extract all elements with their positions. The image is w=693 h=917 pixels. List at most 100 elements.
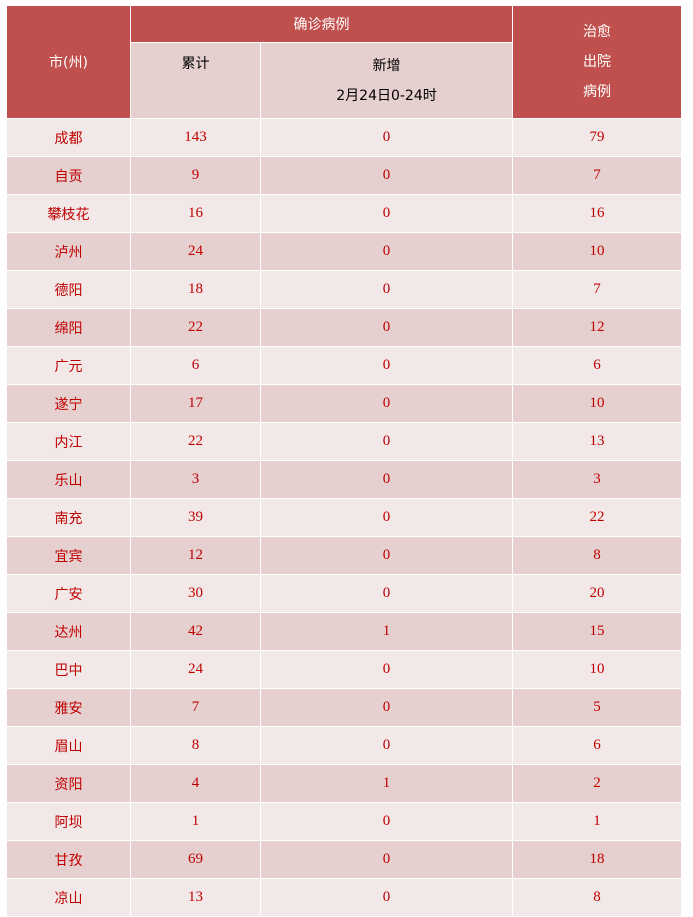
table-row: 乐山 3 0 3: [6, 460, 682, 499]
cell-new: 0: [260, 270, 513, 309]
cell-new: 0: [260, 194, 513, 233]
table-row: 雅安 7 0 5: [6, 688, 682, 727]
table-row: 攀枝花 16 0 16: [6, 194, 682, 233]
cell-new: 0: [260, 574, 513, 613]
cell-city: 达州: [6, 612, 131, 651]
cell-cumulative: 22: [130, 422, 261, 461]
table-row: 宜宾 12 0 8: [6, 536, 682, 575]
cell-city: 阿坝: [6, 802, 131, 841]
table-row: 广安 30 0 20: [6, 574, 682, 613]
table-row: 眉山 8 0 6: [6, 726, 682, 765]
cell-recovered: 22: [512, 498, 682, 537]
header-confirmed: 确诊病例: [130, 5, 513, 43]
cell-new: 0: [260, 384, 513, 423]
cell-new: 0: [260, 118, 513, 157]
cell-cumulative: 17: [130, 384, 261, 423]
cell-new: 0: [260, 802, 513, 841]
header-new-date: 2月24日0-24时: [336, 87, 437, 104]
table-row: 南充 39 0 22: [6, 498, 682, 537]
header-recovered-1: 治愈: [583, 24, 611, 40]
cell-cumulative: 22: [130, 308, 261, 347]
cell-recovered: 79: [512, 118, 682, 157]
cases-table: 市(州) 确诊病例 治愈 出院 病例 累计 新增 2月24日0-24时 成都 14…: [6, 5, 682, 917]
cell-recovered: 7: [512, 156, 682, 195]
cell-cumulative: 7: [130, 688, 261, 727]
cell-new: 0: [260, 460, 513, 499]
cell-cumulative: 30: [130, 574, 261, 613]
table-row: 绵阳 22 0 12: [6, 308, 682, 347]
cell-city: 甘孜: [6, 840, 131, 879]
cell-cumulative: 1: [130, 802, 261, 841]
cell-city: 成都: [6, 118, 131, 157]
cell-city: 泸州: [6, 232, 131, 271]
cell-cumulative: 3: [130, 460, 261, 499]
cell-new: 1: [260, 612, 513, 651]
table-row: 阿坝 1 0 1: [6, 802, 682, 841]
header-new-label: 新增: [372, 57, 401, 74]
cell-new: 0: [260, 308, 513, 347]
cell-recovered: 8: [512, 878, 682, 917]
table-row: 达州 42 1 15: [6, 612, 682, 651]
cell-recovered: 6: [512, 346, 682, 385]
cell-city: 内江: [6, 422, 131, 461]
header-city: 市(州): [6, 5, 131, 119]
cell-recovered: 3: [512, 460, 682, 499]
cell-new: 0: [260, 536, 513, 575]
cell-recovered: 10: [512, 232, 682, 271]
cell-cumulative: 12: [130, 536, 261, 575]
cell-cumulative: 143: [130, 118, 261, 157]
cell-cumulative: 9: [130, 156, 261, 195]
cell-city: 宜宾: [6, 536, 131, 575]
table-row: 内江 22 0 13: [6, 422, 682, 461]
cell-recovered: 1: [512, 802, 682, 841]
table-row: 广元 6 0 6: [6, 346, 682, 385]
cell-recovered: 13: [512, 422, 682, 461]
cell-cumulative: 24: [130, 650, 261, 689]
cell-cumulative: 16: [130, 194, 261, 233]
cell-cumulative: 18: [130, 270, 261, 309]
cell-recovered: 16: [512, 194, 682, 233]
header-recovered-2: 出院: [583, 54, 611, 70]
table-row: 凉山 13 0 8: [6, 878, 682, 917]
cell-new: 0: [260, 498, 513, 537]
cell-city: 自贡: [6, 156, 131, 195]
cell-city: 资阳: [6, 764, 131, 803]
cell-recovered: 5: [512, 688, 682, 727]
header-new: 新增 2月24日0-24时: [260, 42, 513, 119]
table-row: 德阳 18 0 7: [6, 270, 682, 309]
cell-city: 乐山: [6, 460, 131, 499]
cell-recovered: 8: [512, 536, 682, 575]
cell-cumulative: 13: [130, 878, 261, 917]
cell-cumulative: 4: [130, 764, 261, 803]
table-row: 资阳 4 1 2: [6, 764, 682, 803]
cell-new: 0: [260, 422, 513, 461]
cell-city: 广元: [6, 346, 131, 385]
cell-city: 遂宁: [6, 384, 131, 423]
table-row: 甘孜 69 0 18: [6, 840, 682, 879]
cell-recovered: 15: [512, 612, 682, 651]
cell-new: 0: [260, 726, 513, 765]
cell-recovered: 10: [512, 384, 682, 423]
table-row: 自贡 9 0 7: [6, 156, 682, 195]
cell-recovered: 7: [512, 270, 682, 309]
table-row: 遂宁 17 0 10: [6, 384, 682, 423]
cell-city: 雅安: [6, 688, 131, 727]
cell-new: 0: [260, 688, 513, 727]
cell-new: 0: [260, 232, 513, 271]
cell-cumulative: 39: [130, 498, 261, 537]
cell-new: 0: [260, 346, 513, 385]
header-cumulative: 累计: [130, 42, 261, 119]
cell-new: 0: [260, 878, 513, 917]
cell-cumulative: 24: [130, 232, 261, 271]
cell-city: 绵阳: [6, 308, 131, 347]
cell-city: 广安: [6, 574, 131, 613]
cell-recovered: 20: [512, 574, 682, 613]
cell-recovered: 2: [512, 764, 682, 803]
cell-city: 眉山: [6, 726, 131, 765]
cell-new: 1: [260, 764, 513, 803]
cell-recovered: 12: [512, 308, 682, 347]
cell-cumulative: 8: [130, 726, 261, 765]
cell-new: 0: [260, 650, 513, 689]
header-recovered: 治愈 出院 病例: [512, 5, 682, 119]
cell-recovered: 6: [512, 726, 682, 765]
